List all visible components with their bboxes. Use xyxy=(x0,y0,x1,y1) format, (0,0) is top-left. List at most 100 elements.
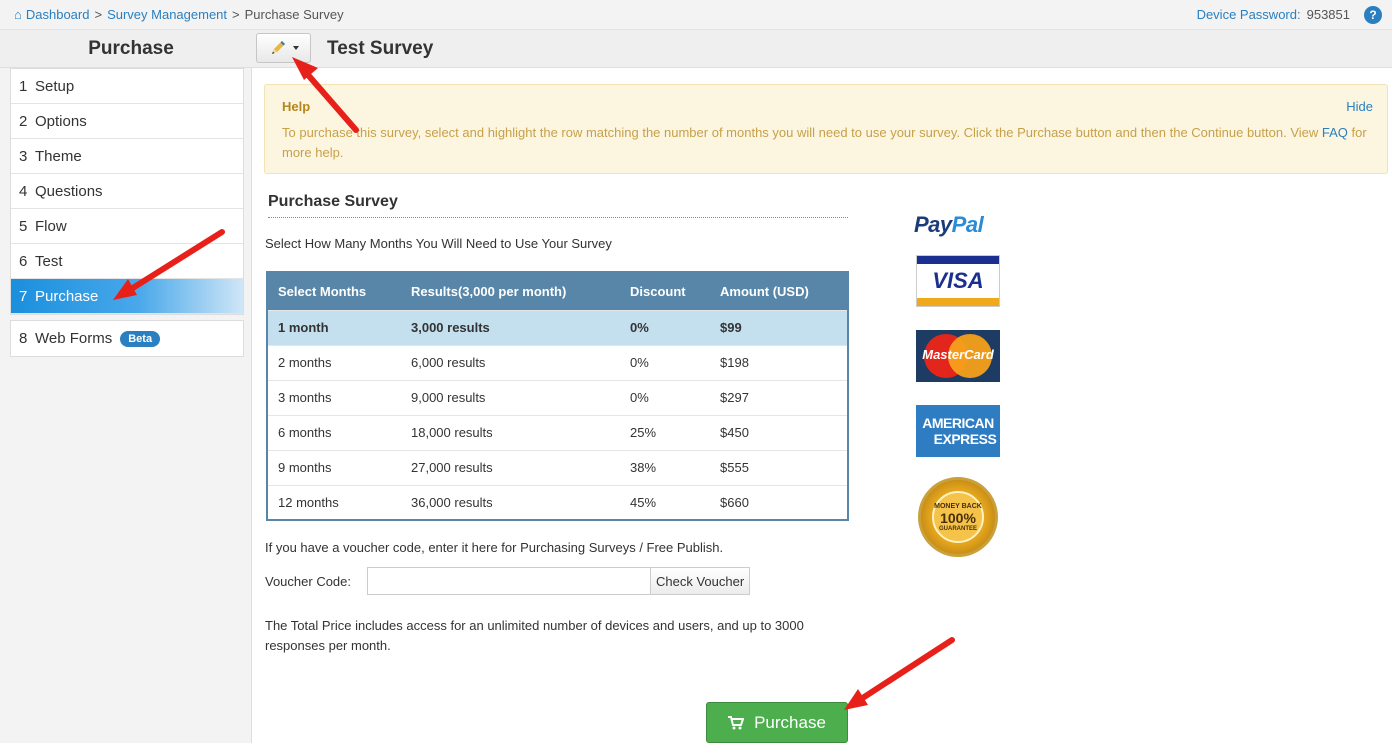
step-number: 2 xyxy=(19,112,28,130)
table-cell: 3,000 results xyxy=(401,309,620,345)
table-cell: $450 xyxy=(710,414,848,450)
table-cell: 12 months xyxy=(267,484,401,520)
cart-icon xyxy=(728,715,745,729)
table-cell: 9,000 results xyxy=(401,379,620,415)
check-voucher-button[interactable]: Check Voucher xyxy=(651,567,751,595)
table-cell: 18,000 results xyxy=(401,414,620,450)
survey-title: Test Survey xyxy=(327,38,434,59)
table-cell: 36,000 results xyxy=(401,484,620,520)
breadcrumb: ⌂ Dashboard > Survey Management > Purcha… xyxy=(14,7,344,22)
table-cell: $198 xyxy=(710,344,848,380)
device-password-label[interactable]: Device Password: xyxy=(1197,7,1301,22)
sidebar: 1 Setup 2 Options 3 Theme 4 Questions 5 Flow … xyxy=(0,68,252,743)
visa-logo-text: VISA xyxy=(932,268,984,293)
table-row[interactable]: 6 months 18,000 results 25% $450 xyxy=(267,414,848,450)
months-instruction: Select How Many Months You Will Need to … xyxy=(265,236,612,251)
step-number: 7 xyxy=(19,287,28,305)
sidebar-item-test[interactable]: 6 Test xyxy=(11,244,243,279)
money-back-guarantee-badge: MONEY BACK 100% GUARANTEE xyxy=(918,477,998,557)
table-cell: 6 months xyxy=(267,414,401,450)
table-cell: $555 xyxy=(710,449,848,485)
badge-text: 100% xyxy=(940,509,976,526)
step-label: Test xyxy=(35,252,63,270)
table-cell: 38% xyxy=(620,449,710,485)
table-cell: 27,000 results xyxy=(401,449,620,485)
table-row[interactable]: 1 month 3,000 results 0% $99 xyxy=(267,309,848,345)
table-cell: $660 xyxy=(710,484,848,520)
sidebar-item-setup[interactable]: 1 Setup xyxy=(11,69,243,104)
step-list-extra: 8 Web Forms Beta xyxy=(10,320,244,357)
sidebar-item-web-forms[interactable]: 8 Web Forms Beta xyxy=(11,321,243,356)
help-panel: Help Hide To purchase this survey, selec… xyxy=(264,84,1388,174)
voucher-code-input[interactable] xyxy=(367,567,651,595)
table-row[interactable]: 12 months 36,000 results 45% $660 xyxy=(267,484,848,520)
amex-logo-text: EXPRESS xyxy=(933,431,997,447)
table-cell: 0% xyxy=(620,309,710,345)
voucher-note: If you have a voucher code, enter it her… xyxy=(265,540,724,555)
sidebar-item-questions[interactable]: 4 Questions xyxy=(11,174,243,209)
badge-text: MONEY BACK xyxy=(934,502,982,510)
table-cell: 9 months xyxy=(267,449,401,485)
pencil-icon xyxy=(271,41,285,54)
step-number: 5 xyxy=(19,217,28,235)
table-cell: 2 months xyxy=(267,344,401,380)
step-number: 1 xyxy=(19,77,28,95)
breadcrumb-dashboard[interactable]: Dashboard xyxy=(26,7,90,22)
column-header: Amount (USD) xyxy=(710,272,848,310)
table-cell: 0% xyxy=(620,379,710,415)
pricing-table: Select Months Results(3,000 per month) D… xyxy=(266,271,849,521)
amex-logo-text: AMERICAN xyxy=(922,415,994,431)
table-cell: 0% xyxy=(620,344,710,380)
step-label: Setup xyxy=(35,77,75,95)
step-label: Theme xyxy=(35,147,82,165)
sidebar-item-theme[interactable]: 3 Theme xyxy=(11,139,243,174)
step-label: Web Forms xyxy=(35,330,113,347)
beta-badge: Beta xyxy=(120,330,161,347)
table-row[interactable]: 9 months 27,000 results 38% $555 xyxy=(267,449,848,485)
column-header: Results(3,000 per month) xyxy=(401,272,620,310)
voucher-row: Voucher Code: Check Voucher xyxy=(265,567,751,595)
purchase-button-label: Purchase xyxy=(754,712,826,732)
column-header: Discount xyxy=(620,272,710,310)
table-cell: 25% xyxy=(620,414,710,450)
column-header: Select Months xyxy=(267,272,401,310)
breadcrumb-separator: > xyxy=(232,7,240,22)
edit-dropdown-button[interactable] xyxy=(256,33,311,63)
faq-link[interactable]: FAQ xyxy=(1322,125,1348,140)
table-cell: $297 xyxy=(710,379,848,415)
arrow-icon xyxy=(844,637,955,710)
breadcrumb-current: Purchase Survey xyxy=(244,7,344,22)
page-header: Purchase Test Survey xyxy=(0,30,1392,68)
device-password-value: 953851 xyxy=(1306,7,1350,22)
step-label: Flow xyxy=(35,217,67,235)
breadcrumb-survey-management[interactable]: Survey Management xyxy=(107,7,227,22)
table-row[interactable]: 2 months 6,000 results 0% $198 xyxy=(267,344,848,380)
american-express-logo: AMERICAN EXPRESS xyxy=(916,405,1000,457)
total-price-note: The Total Price includes access for an u… xyxy=(265,618,804,653)
badge-text: GUARANTEE xyxy=(938,525,977,532)
chevron-down-icon xyxy=(292,46,299,50)
step-number: 8 xyxy=(19,330,28,347)
device-password: Device Password: 953851 ? xyxy=(1197,5,1382,24)
table-row[interactable]: 3 months 9,000 results 0% $297 xyxy=(267,379,848,415)
hide-help-link[interactable]: Hide xyxy=(1346,99,1373,114)
home-icon[interactable]: ⌂ xyxy=(14,7,22,22)
breadcrumb-separator: > xyxy=(94,7,103,22)
table-cell: $99 xyxy=(710,309,848,345)
paypal-logo-text: Pay xyxy=(914,212,952,237)
visa-logo: VISA xyxy=(916,255,1000,307)
help-text-body: To purchase this survey, select and high… xyxy=(282,125,1319,140)
step-number: 6 xyxy=(19,252,28,270)
purchase-button[interactable]: Purchase xyxy=(706,702,848,743)
sidebar-item-options[interactable]: 2 Options xyxy=(11,104,243,139)
help-text: To purchase this survey, select and high… xyxy=(282,123,1373,163)
panel-title: Purchase xyxy=(88,38,174,59)
help-question-icon[interactable]: ? xyxy=(1364,5,1382,24)
step-list: 1 Setup 2 Options 3 Theme 4 Questions 5 Flow … xyxy=(10,68,244,315)
sidebar-item-flow[interactable]: 5 Flow xyxy=(11,209,243,244)
step-label: Options xyxy=(35,112,87,130)
paypal-logo-text: Pal xyxy=(951,212,984,237)
voucher-label: Voucher Code: xyxy=(265,573,352,589)
sidebar-item-purchase[interactable]: 7 Purchase xyxy=(11,279,243,314)
step-number: 4 xyxy=(19,182,28,200)
